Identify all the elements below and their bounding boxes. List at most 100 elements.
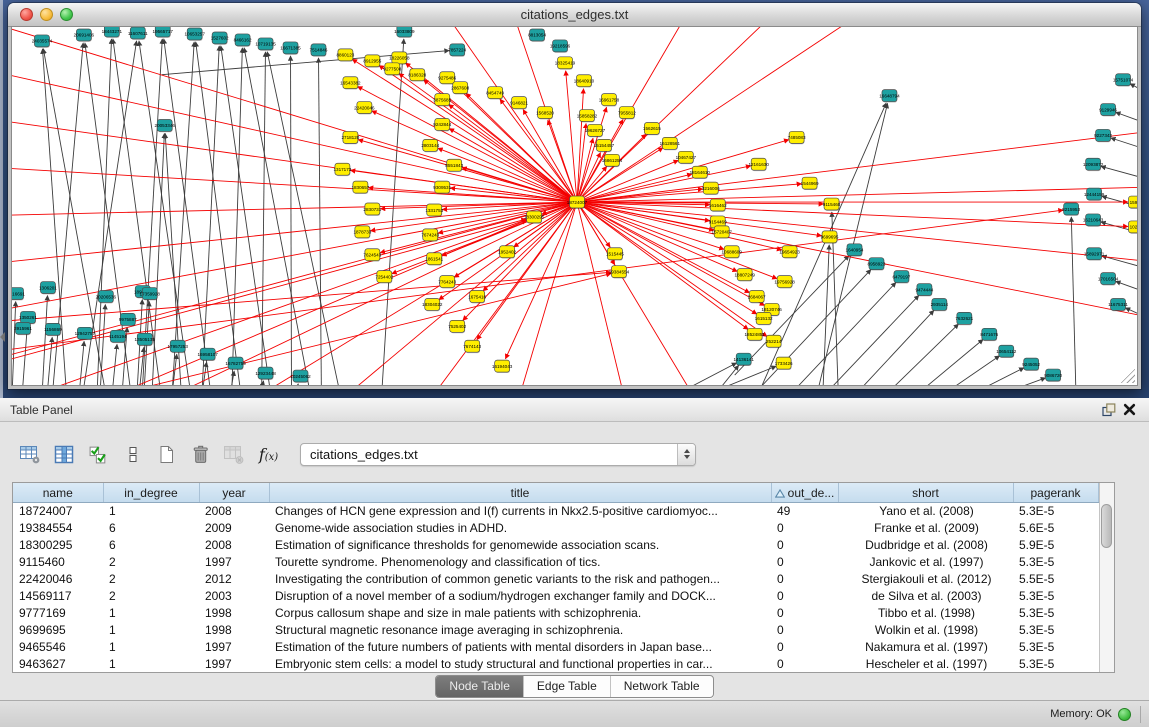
table-cell[interactable]: 5.3E-5: [1013, 621, 1098, 638]
table-cell[interactable]: 18724007: [13, 503, 103, 520]
graph-node[interactable]: 22420046: [354, 102, 375, 115]
table-cell[interactable]: 0: [771, 621, 838, 638]
zoom-window-button[interactable]: [60, 8, 73, 21]
graph-node[interactable]: 7764243: [438, 276, 456, 289]
graph-node[interactable]: 10245062: [290, 370, 311, 383]
graph-node[interactable]: 19626727: [585, 124, 606, 137]
sidebar-collapse-handle-icon[interactable]: [0, 332, 5, 342]
graph-node[interactable]: 15154457: [594, 139, 615, 152]
graph-node[interactable]: 9146821: [510, 97, 528, 110]
table-cell[interactable]: 1: [103, 503, 199, 520]
table-cell[interactable]: 1997: [199, 554, 269, 571]
table-cell[interactable]: Embryonic stem cells: a model to study s…: [269, 655, 771, 672]
table-cell[interactable]: 9699695: [13, 621, 103, 638]
graph-node[interactable]: 8860123: [336, 49, 354, 62]
tab-edge-table[interactable]: Edge Table: [523, 676, 610, 697]
graph-node[interactable]: 18807249: [734, 269, 755, 282]
graph-node[interactable]: 1733426: [775, 357, 793, 370]
graph-node[interactable]: 3216006: [702, 182, 720, 195]
float-panel-icon[interactable]: [1099, 401, 1119, 419]
graph-node[interactable]: 6479197: [892, 271, 910, 284]
table-cell[interactable]: Yano et al. (2008): [838, 503, 1013, 520]
graph-node[interactable]: 19384554: [609, 266, 630, 279]
graph-node[interactable]: 7624543: [363, 249, 381, 262]
table-cell[interactable]: 0: [771, 571, 838, 588]
graph-node[interactable]: 1675416: [468, 291, 486, 304]
table-cell[interactable]: Structural magnetic resonance image aver…: [269, 621, 771, 638]
table-cell[interactable]: 5.3E-5: [1013, 655, 1098, 672]
table-cell[interactable]: Corpus callosum shape and size in male p…: [269, 604, 771, 621]
graph-node[interactable]: 7254402: [375, 271, 393, 284]
graph-node[interactable]: 1861541: [425, 253, 443, 266]
graph-node[interactable]: 16782759: [225, 357, 246, 370]
graph-node[interactable]: 16543382: [340, 77, 361, 90]
table-cell[interactable]: 0: [771, 587, 838, 604]
table-cell[interactable]: Estimation of the future numbers of pati…: [269, 638, 771, 655]
graph-node[interactable]: 8186328: [408, 69, 426, 82]
graph-node[interactable]: 7525402: [448, 320, 466, 333]
graph-node[interactable]: 15751074: [1113, 74, 1134, 87]
graph-node[interactable]: 10688609: [722, 246, 743, 259]
graph-node[interactable]: 1830657: [351, 181, 369, 194]
table-cell[interactable]: Genome-wide association studies in ADHD.: [269, 520, 771, 537]
graph-node[interactable]: 3915961: [14, 322, 32, 335]
graph-node[interactable]: 1952402: [498, 246, 516, 259]
graph-node[interactable]: 1568520: [536, 107, 554, 120]
table-row[interactable]: 911546021997Tourette syndrome. Phenomeno…: [13, 554, 1098, 571]
graph-node[interactable]: 8912955: [363, 55, 381, 68]
graph-node[interactable]: 16194043: [492, 360, 513, 373]
graph-node[interactable]: 1562615: [643, 122, 661, 135]
table-cell[interactable]: de Silva et al. (2003): [838, 587, 1013, 604]
table-cell[interactable]: 5.3E-5: [1013, 503, 1098, 520]
table-cell[interactable]: 22420046: [13, 571, 103, 588]
graph-node[interactable]: 9245052: [1022, 358, 1040, 371]
table-cell[interactable]: 1998: [199, 604, 269, 621]
graph-node[interactable]: 2516691: [12, 288, 25, 301]
graph-node[interactable]: 8551843: [445, 159, 463, 172]
function-builder-icon[interactable]: f(x): [254, 440, 283, 469]
table-cell[interactable]: 6: [103, 537, 199, 554]
graph-node[interactable]: 7514846: [310, 44, 328, 57]
tab-node-table[interactable]: Node Table: [436, 676, 523, 697]
table-cell[interactable]: 5.3E-5: [1013, 587, 1098, 604]
table-cell[interactable]: 2008: [199, 503, 269, 520]
graph-node[interactable]: 12161630: [748, 158, 769, 171]
graph-node[interactable]: 10653257: [184, 28, 205, 41]
table-cell[interactable]: 9115460: [13, 554, 103, 571]
graph-node[interactable]: 1515445: [606, 248, 624, 261]
column-header-in-degree[interactable]: in_degree: [103, 483, 199, 503]
graph-node[interactable]: 3875685: [433, 94, 451, 107]
graph-node[interactable]: 1306201: [39, 282, 57, 295]
graph-node[interactable]: 20691406: [74, 29, 95, 42]
graph-node[interactable]: 2803144: [421, 139, 439, 152]
table-cell[interactable]: Dudbridge et al. (2008): [838, 537, 1013, 554]
graph-node[interactable]: 1544969: [801, 177, 819, 190]
graph-node[interactable]: 8466162: [234, 34, 252, 47]
window-titlebar[interactable]: citations_edges.txt: [8, 3, 1141, 27]
graph-node[interactable]: 16033809: [394, 27, 415, 38]
table-cell[interactable]: 0: [771, 638, 838, 655]
table-cell[interactable]: 1997: [199, 638, 269, 655]
table-row[interactable]: 969969511998Structural magnetic resonanc…: [13, 621, 1098, 638]
table-cell[interactable]: Nakamura et al. (1997): [838, 638, 1013, 655]
table-cell[interactable]: 2012: [199, 571, 269, 588]
graph-node[interactable]: 15958: [1129, 196, 1137, 209]
table-cell[interactable]: 5.3E-5: [1013, 554, 1098, 571]
close-window-button[interactable]: [20, 8, 33, 21]
minimize-window-button[interactable]: [40, 8, 53, 21]
table-cell[interactable]: Investigating the contribution of common…: [269, 571, 771, 588]
graph-node[interactable]: 1640954: [846, 244, 864, 257]
graph-node[interactable]: 16671385: [280, 42, 301, 55]
graph-node[interactable]: 10467427: [676, 151, 697, 164]
table-row[interactable]: 1872400712008Changes of HCN gene express…: [13, 503, 1098, 520]
graph-node[interactable]: 9242844: [433, 118, 451, 131]
column-header-name[interactable]: name: [13, 483, 103, 503]
table-row[interactable]: 1830029562008Estimation of significance …: [13, 537, 1098, 554]
table-cell[interactable]: 49: [771, 503, 838, 520]
table-cell[interactable]: 2008: [199, 537, 269, 554]
graph-node[interactable]: 16861254: [602, 154, 623, 167]
graph-node[interactable]: 7674243: [421, 229, 439, 242]
graph-node[interactable]: 16961758: [599, 94, 620, 107]
graph-node[interactable]: 18524851: [744, 328, 765, 341]
table-cell[interactable]: 18300295: [13, 537, 103, 554]
